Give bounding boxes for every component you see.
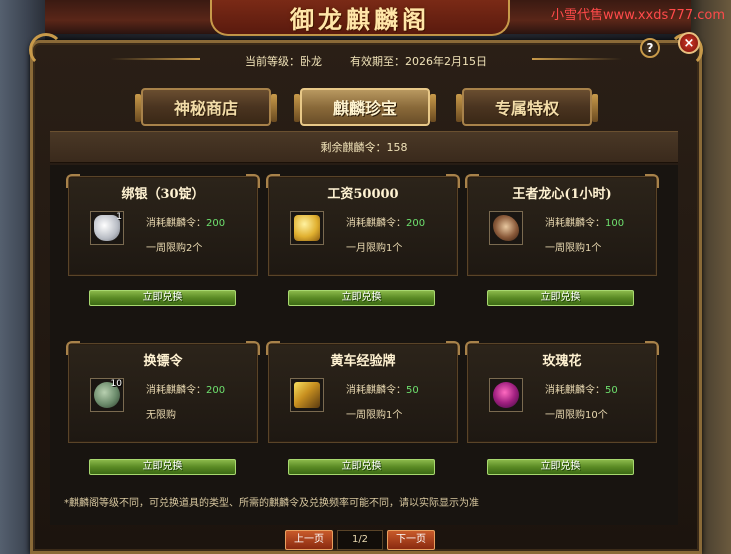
cost-value: 50 — [605, 385, 618, 396]
rose-icon[interactable] — [489, 378, 523, 412]
prev-page-button[interactable]: 上一页 — [285, 530, 333, 550]
cost-value: 50 — [406, 385, 419, 396]
escort-token-icon[interactable]: 10 — [90, 378, 124, 412]
redeem-button[interactable]: 立即兑换 — [89, 290, 236, 306]
redeem-button[interactable]: 立即兑换 — [288, 459, 435, 475]
purchase-limit: 一月限购1个 — [346, 243, 403, 254]
window-title: 御龙麒麟阁 — [290, 4, 430, 34]
item-card: 换镖令 10 消耗麒麟令：200 无限购 — [66, 341, 260, 443]
gold-stack-icon[interactable] — [290, 211, 324, 245]
item-cost: 消耗麒麟令：100 — [545, 214, 624, 229]
cost-value: 100 — [605, 218, 625, 229]
item-name: 换镖令 — [143, 354, 183, 369]
tab-qilin-treasure[interactable]: 麒麟珍宝 — [294, 88, 436, 126]
cost-label: 消耗麒麟令： — [346, 218, 406, 229]
redeem-button[interactable]: 立即兑换 — [288, 290, 435, 306]
purchase-limit: 一周限购2个 — [146, 243, 203, 254]
yellow-cart-exp-icon[interactable] — [290, 378, 324, 412]
current-level: 当前等级：卧龙 — [245, 55, 322, 68]
cost-value: 200 — [206, 385, 226, 396]
item-name: 工资50000 — [327, 187, 399, 202]
purchase-limit: 一周限购1个 — [346, 410, 403, 421]
item-cost: 消耗麒麟令：200 — [346, 214, 425, 229]
frame-corner-ornament — [29, 33, 63, 67]
item-name: 王者龙心(1小时) — [512, 187, 612, 202]
item-card: 王者龙心(1小时) 消耗麒麟令：100 一周限购1个 — [465, 174, 659, 276]
tab-exclusive-privileges[interactable]: 专属特权 — [456, 88, 598, 126]
title-banner: 御龙麒麟阁 — [210, 0, 510, 36]
item-card: 黄车经验牌 消耗麒麟令：50 一周限购1个 — [266, 341, 460, 443]
status-decoration — [532, 58, 622, 60]
dragon-heart-icon[interactable] — [489, 211, 523, 245]
item-name: 玫瑰花 — [542, 354, 582, 369]
next-page-button[interactable]: 下一页 — [387, 530, 435, 550]
status-decoration — [110, 58, 200, 60]
close-button[interactable]: × — [678, 32, 700, 54]
cost-label: 消耗麒麟令： — [545, 385, 605, 396]
cost-label: 消耗麒麟令： — [346, 385, 406, 396]
redeem-button[interactable]: 立即兑换 — [89, 459, 236, 475]
purchase-limit: 一周限购10个 — [545, 410, 608, 421]
item-cost: 消耗麒麟令：50 — [545, 381, 618, 396]
item-quantity: 10 — [110, 379, 122, 389]
tab-mystery-shop[interactable]: 神秘商店 — [135, 88, 277, 126]
item-name: 黄车经验牌 — [330, 354, 396, 369]
remaining-tokens-bar: 剩余麒麟令：158 — [50, 131, 678, 163]
silver-ingot-icon[interactable]: 1 — [90, 211, 124, 245]
tab-bar: 神秘商店 麒麟珍宝 专属特权 — [30, 88, 702, 128]
disclaimer-note: *麒麟阁等级不同，可兑换道具的类型、所需的麒麟令及兑换频率可能不同，请以实际显示… — [64, 498, 479, 509]
redeem-button[interactable]: 立即兑换 — [487, 290, 634, 306]
redeem-button[interactable]: 立即兑换 — [487, 459, 634, 475]
item-cost: 消耗麒麟令：200 — [146, 381, 225, 396]
remaining-tokens: 剩余麒麟令：158 — [320, 141, 408, 154]
cost-label: 消耗麒麟令： — [146, 218, 206, 229]
cost-label: 消耗麒麟令： — [545, 218, 605, 229]
status-bar: 当前等级：卧龙 有效期至：2026年2月15日 — [60, 50, 672, 72]
purchase-limit: 一周限购1个 — [545, 243, 602, 254]
purchase-limit: 无限购 — [146, 410, 176, 421]
cost-value: 200 — [406, 218, 426, 229]
item-cost: 消耗麒麟令：200 — [146, 214, 225, 229]
item-name: 绑银（30锭） — [121, 187, 205, 202]
cost-value: 200 — [206, 218, 226, 229]
expiry-date: 有效期至：2026年2月15日 — [350, 55, 487, 68]
item-card: 玫瑰花 消耗麒麟令：50 一周限购10个 — [465, 341, 659, 443]
pagination: 上一页 1/2 下一页 — [285, 530, 435, 550]
item-quantity: 1 — [116, 212, 122, 222]
watermark-text: 小雪代售www.xxds777.com — [551, 8, 725, 23]
item-card: 绑银（30锭） 1 消耗麒麟令：200 一周限购2个 — [66, 174, 260, 276]
cost-label: 消耗麒麟令： — [146, 385, 206, 396]
item-cost: 消耗麒麟令：50 — [346, 381, 419, 396]
item-card: 工资50000 消耗麒麟令：200 一月限购1个 — [266, 174, 460, 276]
page-indicator: 1/2 — [337, 530, 383, 550]
